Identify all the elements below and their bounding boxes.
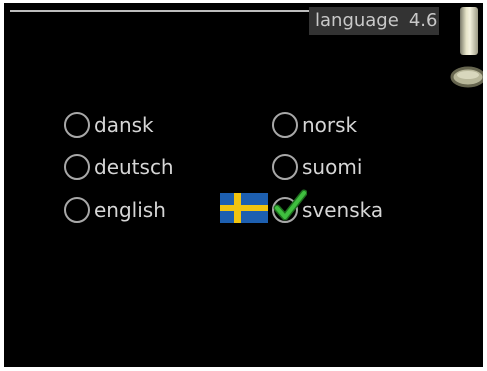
language-label: deutsch bbox=[94, 155, 174, 179]
page-title: language bbox=[315, 10, 399, 31]
radio-button-selected[interactable] bbox=[272, 189, 307, 223]
language-label: english bbox=[94, 198, 166, 222]
menu-number: 4.6 bbox=[408, 10, 438, 31]
language-label: dansk bbox=[94, 113, 154, 137]
radio-button[interactable] bbox=[64, 197, 90, 223]
language-option-suomi[interactable]: suomi bbox=[272, 151, 362, 183]
language-label: suomi bbox=[302, 155, 363, 179]
language-option-deutsch[interactable]: deutsch bbox=[64, 151, 174, 183]
sweden-flag-icon bbox=[220, 193, 268, 223]
page-title-bar: language 4.6 bbox=[309, 7, 439, 35]
radio-button[interactable] bbox=[64, 112, 90, 138]
selector-knob-icon[interactable] bbox=[450, 66, 483, 88]
language-option-english[interactable]: english bbox=[64, 194, 166, 226]
radio-button[interactable] bbox=[272, 154, 298, 180]
display-screen: language 4.6 dansk deutsch english norsk … bbox=[4, 3, 483, 367]
language-label: norsk bbox=[302, 113, 358, 137]
radio-button[interactable] bbox=[272, 112, 298, 138]
language-option-svenska[interactable]: svenska bbox=[272, 189, 384, 226]
scrollbar-handle[interactable] bbox=[460, 7, 478, 55]
header-divider bbox=[10, 10, 310, 12]
language-option-dansk[interactable]: dansk bbox=[64, 109, 154, 141]
language-label: svenska bbox=[302, 198, 384, 222]
radio-button[interactable] bbox=[64, 154, 90, 180]
language-option-norsk[interactable]: norsk bbox=[272, 109, 357, 141]
